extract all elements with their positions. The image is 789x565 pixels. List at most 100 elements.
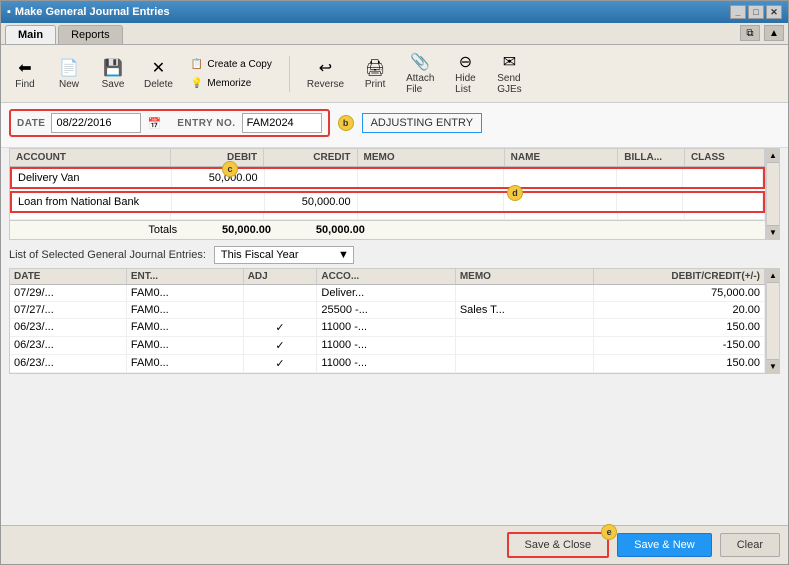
list-row3-date: 06/23/...: [10, 319, 127, 336]
reverse-button[interactable]: ↩ Reverse: [302, 55, 349, 93]
clear-button[interactable]: Clear: [720, 533, 780, 557]
create-memorize-group: 📋 Create a Copy 💡 Memorize: [186, 56, 277, 92]
totals-debit: 50,000.00: [183, 224, 277, 236]
list-scrollbar[interactable]: ▲ ▼: [766, 268, 780, 374]
row2-debit: [172, 193, 265, 211]
grid-row-1[interactable]: Delivery Van 50,000.00 c: [10, 167, 765, 189]
grid-header: ACCOUNT DEBIT CREDIT MEMO NAME BILLA... …: [10, 149, 765, 167]
print-button[interactable]: 🖨 Print: [357, 55, 393, 93]
tab-main[interactable]: Main: [5, 25, 56, 44]
calendar-icon[interactable]: 📅: [147, 117, 161, 130]
grid-row-2[interactable]: Loan from National Bank 50,000.00 d: [10, 191, 765, 213]
row1-credit: [265, 169, 358, 187]
restore-icon[interactable]: ⧉: [740, 25, 760, 41]
tab-reports[interactable]: Reports: [58, 25, 123, 44]
list-row-5[interactable]: 06/23/... FAM0... ✓ 11000 -... 150.00: [10, 355, 765, 373]
row3-memo: [358, 213, 505, 219]
list-row-4[interactable]: 06/23/... FAM0... ✓ 11000 -... -150.00: [10, 337, 765, 355]
delete-icon: ✕: [147, 58, 169, 78]
credit-col-header: CREDIT: [264, 149, 357, 166]
list-row4-acco: 11000 -...: [317, 337, 455, 354]
list-acco-header: ACCO...: [317, 269, 455, 284]
date-input[interactable]: [51, 113, 141, 133]
attach-file-button[interactable]: 📎 AttachFile: [401, 49, 439, 98]
list-scroll-track: [767, 283, 779, 359]
find-button[interactable]: ⬅ Find: [7, 55, 43, 93]
list-row2-debitcredit: 20.00: [594, 302, 765, 318]
send-gjes-button[interactable]: ✉ SendGJEs: [491, 49, 527, 98]
row2-account: Loan from National Bank: [12, 193, 172, 211]
list-table-wrapper: DATE ENT... ADJ ACCO... MEMO DEBIT/CREDI…: [9, 268, 780, 374]
list-debitcredit-header: DEBIT/CREDIT(+/-): [594, 269, 765, 284]
list-row5-adj: ✓: [244, 355, 318, 372]
list-row3-acco: 11000 -...: [317, 319, 455, 336]
list-row4-debitcredit: -150.00: [594, 337, 765, 354]
scroll-up-btn[interactable]: ▲: [767, 149, 779, 163]
copy-icon: 📋: [191, 59, 203, 70]
window-title: Make General Journal Entries: [15, 6, 170, 18]
list-row1-acco: Deliver...: [317, 285, 455, 301]
save-label: Save: [102, 79, 125, 90]
maximize-button[interactable]: □: [748, 5, 764, 19]
billa-col-header: BILLA...: [618, 149, 685, 166]
minimize-button[interactable]: _: [730, 5, 746, 19]
list-row2-date: 07/27/...: [10, 302, 127, 318]
filter-dropdown[interactable]: This Fiscal Year ▼: [214, 246, 354, 264]
totals-rest: [371, 224, 759, 236]
annotation-b: b: [338, 115, 354, 131]
delete-button[interactable]: ✕ Delete: [139, 55, 178, 93]
list-row4-date: 06/23/...: [10, 337, 127, 354]
memorize-button[interactable]: 💡 Memorize: [186, 75, 277, 92]
row1-billa: [617, 169, 683, 187]
title-bar: ▪ Make General Journal Entries _ □ ✕: [1, 1, 788, 23]
totals-credit: 50,000.00: [277, 224, 371, 236]
grid-row-3[interactable]: [10, 213, 765, 220]
collapse-icon[interactable]: ▲: [764, 25, 784, 41]
dropdown-arrow-icon: ▼: [338, 249, 349, 261]
list-row5-debitcredit: 150.00: [594, 355, 765, 372]
save-icon: 💾: [102, 58, 124, 78]
save-close-button[interactable]: Save & Close: [507, 532, 610, 558]
list-scroll-down[interactable]: ▼: [767, 359, 779, 373]
send-label: SendGJEs: [497, 73, 521, 95]
save-button[interactable]: 💾 Save: [95, 55, 131, 93]
list-row-3[interactable]: 06/23/... FAM0... ✓ 11000 -... 150.00: [10, 319, 765, 337]
date-label: DATE: [17, 118, 45, 129]
form-area: DATE 📅 ENTRY NO. b ADJUSTING ENTRY: [1, 103, 788, 148]
list-row5-date: 06/23/...: [10, 355, 127, 372]
list-memo-header: MEMO: [456, 269, 594, 284]
new-button[interactable]: 📄 New: [51, 55, 87, 93]
entry-no-label: ENTRY NO.: [177, 118, 235, 129]
row3-credit: [264, 213, 357, 219]
list-row4-adj: ✓: [244, 337, 318, 354]
grid-container: ACCOUNT DEBIT CREDIT MEMO NAME BILLA... …: [9, 148, 766, 240]
totals-label: Totals: [16, 224, 183, 236]
account-col-header: ACCOUNT: [10, 149, 171, 166]
tab-bar: Main Reports ⧉ ▲: [1, 23, 788, 45]
row1-class: [683, 169, 763, 187]
list-table: DATE ENT... ADJ ACCO... MEMO DEBIT/CREDI…: [9, 268, 766, 374]
close-button[interactable]: ✕: [766, 5, 782, 19]
hide-list-button[interactable]: ⊖ HideList: [447, 49, 483, 98]
row2-memo: [358, 193, 504, 211]
reverse-icon: ↩: [314, 58, 336, 78]
list-scroll-up[interactable]: ▲: [767, 269, 779, 283]
list-row3-memo: [456, 319, 594, 336]
list-row-2[interactable]: 07/27/... FAM0... 25500 -... Sales T... …: [10, 302, 765, 319]
create-copy-button[interactable]: 📋 Create a Copy: [186, 56, 277, 73]
row2-credit: 50,000.00: [265, 193, 358, 211]
date-entry-box: DATE 📅 ENTRY NO.: [9, 109, 330, 137]
toolbar: ⬅ Find 📄 New 💾 Save ✕ Delete 📋 Create a …: [1, 45, 788, 103]
list-row4-memo: [456, 337, 594, 354]
adjusting-entry-checkbox[interactable]: ADJUSTING ENTRY: [362, 113, 482, 133]
memorize-icon: 💡: [191, 78, 203, 89]
entry-no-input[interactable]: [242, 113, 322, 133]
list-row-1[interactable]: 07/29/... FAM0... Deliver... 75,000.00: [10, 285, 765, 302]
grid-scrollbar[interactable]: ▲ ▼: [766, 148, 780, 240]
save-close-wrapper: Save & Close e: [507, 532, 610, 558]
list-row2-ent: FAM0...: [127, 302, 244, 318]
list-row1-ent: FAM0...: [127, 285, 244, 301]
grid-totals: Totals 50,000.00 50,000.00: [10, 220, 765, 239]
scroll-down-btn[interactable]: ▼: [767, 225, 779, 239]
save-new-button[interactable]: Save & New: [617, 533, 712, 557]
